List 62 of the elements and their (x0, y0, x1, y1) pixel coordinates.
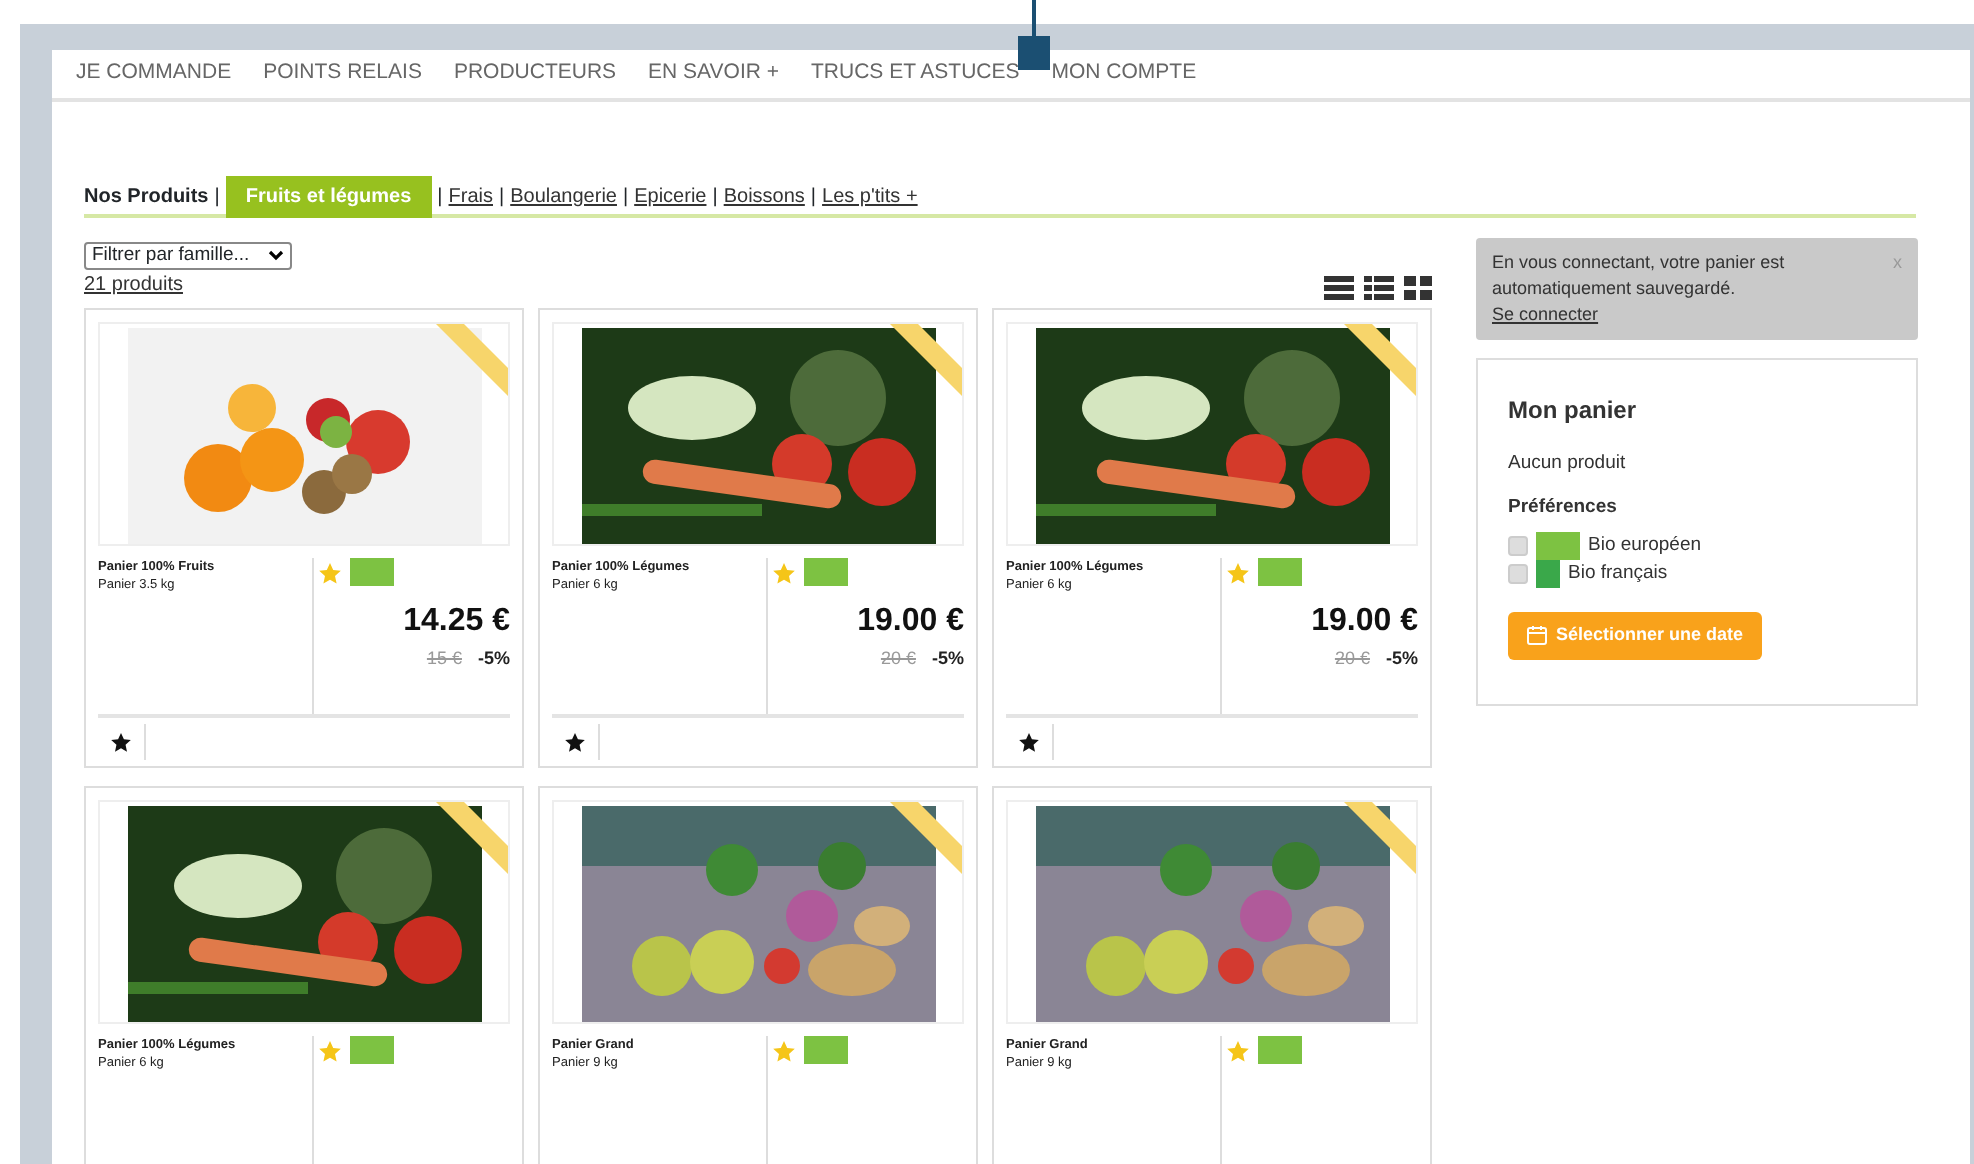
preferences-title: Préférences (1508, 494, 1619, 523)
product-count-link[interactable]: 21 produits (84, 270, 183, 300)
old-price: 15 € (426, 646, 462, 672)
detailed-list-view-icon[interactable] (1364, 276, 1394, 300)
category-tab[interactable]: Epicerie (634, 181, 707, 211)
old-price: 20 € (1334, 646, 1370, 672)
filter-value: Filtrer par famille... (92, 241, 250, 270)
organic-label-icon (804, 558, 848, 586)
preference-label: Bio européen (1588, 531, 1702, 560)
calendar-icon (1526, 624, 1548, 647)
grid-view-icon[interactable] (1404, 276, 1432, 300)
separator: | (437, 183, 443, 211)
nav-link[interactable]: MON COMPTE (1051, 58, 1197, 90)
organic-label-icon (1258, 1036, 1302, 1064)
separator: | (214, 183, 220, 211)
cart-title: Mon panier (1508, 394, 1639, 429)
star-icon (318, 561, 342, 583)
family-filter-dropdown[interactable]: Filtrer par famille... (84, 242, 292, 270)
nav-link[interactable]: TRUCS ET ASTUCES (811, 58, 1020, 90)
eu-organic-logo-icon (1536, 531, 1580, 560)
old-price: 20 € (880, 646, 916, 672)
separator: | (712, 183, 718, 211)
checkbox[interactable] (1508, 564, 1528, 585)
empty-cart-text: Aucun produit (1508, 450, 1628, 479)
organic-label-icon (1258, 558, 1302, 586)
notice-text: En vous connectant, votre panier est automatiquement sauvegardé. (1492, 250, 1787, 303)
price: 19.00 € (855, 602, 964, 642)
star-icon (772, 561, 796, 583)
star-icon (110, 732, 132, 752)
discount: -5% (477, 646, 510, 672)
star-icon (772, 1039, 796, 1061)
ab-organic-logo-icon (1536, 560, 1560, 589)
star-icon (1018, 732, 1040, 752)
preference-label: Bio français (1568, 559, 1668, 588)
star-icon (1226, 561, 1250, 583)
category-title: Nos Produits (84, 183, 209, 211)
star-icon (564, 732, 586, 752)
organic-label-icon (804, 1036, 848, 1064)
organic-label-icon (350, 1036, 394, 1064)
list-view-icon[interactable] (1324, 276, 1354, 300)
category-tab[interactable]: Boissons (723, 181, 805, 211)
checkbox[interactable] (1508, 535, 1528, 556)
category-tab[interactable]: Frais (448, 181, 493, 211)
price: 14.25 € (401, 602, 510, 642)
separator: | (622, 183, 629, 211)
nav-link[interactable]: JE COMMANDE (76, 58, 232, 90)
separator: | (810, 183, 817, 211)
category-tab[interactable]: Boulangerie (510, 181, 617, 211)
star-icon (1226, 1039, 1250, 1061)
category-tab[interactable]: Les p'tits + (822, 181, 918, 211)
pin-marker-icon (1018, 0, 1050, 72)
nav-link[interactable]: PRODUCTEURS (453, 58, 617, 90)
price: 19.00 € (1309, 602, 1418, 642)
discount: -5% (931, 646, 964, 672)
nav-link[interactable]: POINTS RELAIS (263, 58, 422, 90)
dropdown-caret-icon (268, 250, 284, 262)
discount: -5% (1385, 646, 1418, 672)
separator: | (499, 183, 505, 211)
login-link[interactable]: Se connecter (1492, 304, 1599, 325)
nav-link[interactable]: EN SAVOIR + (648, 58, 779, 90)
star-icon (318, 1039, 342, 1061)
organic-label-icon (350, 558, 394, 586)
